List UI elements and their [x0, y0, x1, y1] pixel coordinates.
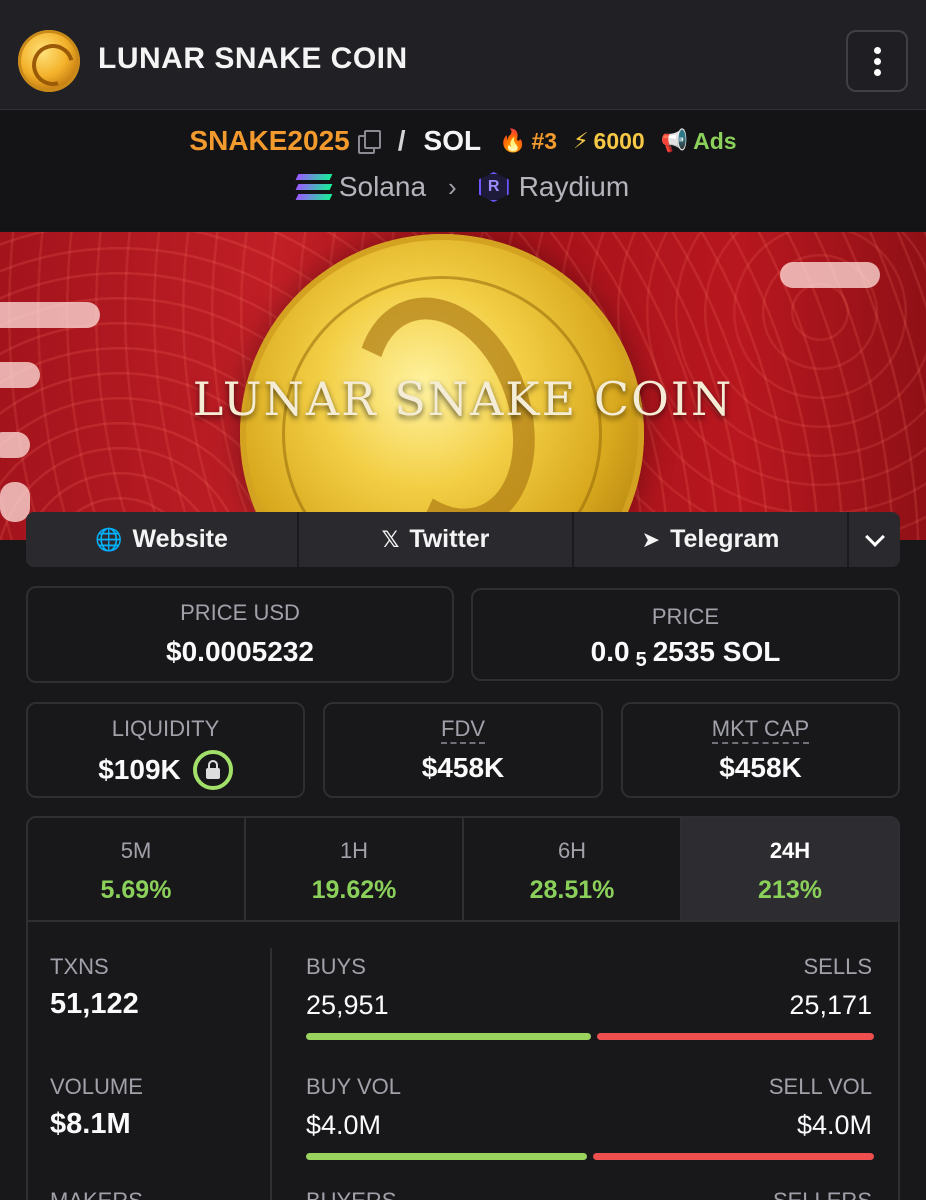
- solana-icon: [295, 174, 333, 200]
- tab-6h[interactable]: 6H 28.51%: [464, 818, 682, 920]
- price-usd-card: PRICE USD $0.0005232: [26, 586, 454, 683]
- tab-1h[interactable]: 1H 19.62%: [246, 818, 464, 920]
- change-1h: 19.62%: [311, 876, 397, 904]
- market-cap-value: $458K: [719, 752, 802, 783]
- timeframe-tabs: 5M 5.69% 1H 19.62% 6H 28.51% 24H 213%: [26, 816, 900, 922]
- sells-value: 25,171: [789, 990, 872, 1020]
- txns-label: TXNS: [50, 954, 109, 979]
- megaphone-icon: 📢: [660, 128, 689, 153]
- market-cap-label[interactable]: MKT CAP: [711, 716, 810, 744]
- volume-label: VOLUME: [50, 1074, 143, 1099]
- copy-icon[interactable]: [357, 130, 381, 154]
- pair-separator: /: [397, 125, 406, 156]
- dex-name[interactable]: Raydium: [519, 171, 629, 203]
- token-banner-image: LUNAR SNAKE COIN: [0, 232, 926, 540]
- buy-volume-bar: [306, 1153, 587, 1160]
- raydium-icon: R: [478, 172, 509, 202]
- liquidity-value: $109K: [28, 750, 303, 790]
- more-links-button[interactable]: [849, 512, 900, 567]
- price-native-label: PRICE: [651, 604, 720, 629]
- pair-info: SNAKE2025 / SOL 🔥 #3 ⚡ 6000 📢 Ads Solana…: [0, 111, 926, 231]
- chevron-right-icon: ›: [448, 171, 457, 202]
- more-menu-button[interactable]: [846, 30, 908, 92]
- lightning-icon: ⚡: [573, 128, 589, 153]
- telegram-label: Telegram: [670, 525, 780, 553]
- cloud-decoration: [0, 432, 30, 458]
- banner-title: LUNAR SNAKE COIN: [192, 372, 734, 426]
- ads-badge[interactable]: 📢 Ads: [661, 128, 737, 155]
- fdv-card: FDV $458K: [323, 702, 603, 798]
- buy-volume-value: $4.0M: [306, 1110, 382, 1140]
- makers-label: MAKERS: [50, 1188, 143, 1200]
- sellers-label: SELLERS: [773, 1188, 872, 1200]
- buys-label: BUYS: [306, 954, 366, 979]
- boost-count: 6000: [593, 127, 645, 154]
- cloud-decoration: [0, 482, 30, 522]
- sell-volume-bar: [593, 1153, 874, 1160]
- buys-bar: [306, 1033, 591, 1040]
- coin-logo-icon: [18, 30, 80, 92]
- sells-bar: [597, 1033, 874, 1040]
- quote-token-symbol: SOL: [423, 125, 482, 156]
- tab-24h[interactable]: 24H 213%: [682, 818, 898, 920]
- price-usd-value: $0.0005232: [166, 636, 314, 667]
- base-token-symbol: SNAKE2025: [189, 125, 350, 156]
- txns-value: 51,122: [50, 988, 139, 1020]
- price-usd-label: PRICE USD: [180, 600, 300, 625]
- lock-icon[interactable]: [192, 750, 233, 790]
- cloud-decoration: [780, 262, 880, 288]
- transactions-panel: TXNS 51,122 BUYS 25,951 SELLS 25,171 VOL…: [26, 920, 900, 1200]
- sells-label: SELLS: [803, 954, 873, 979]
- sell-volume-label: SELL VOL: [768, 1074, 872, 1099]
- change-24h: 213%: [758, 876, 822, 904]
- flame-icon: 🔥: [499, 128, 527, 153]
- tab-5m[interactable]: 5M 5.69%: [28, 818, 246, 920]
- x-logo-icon: 𝕏: [381, 526, 400, 552]
- fdv-label[interactable]: FDV: [441, 716, 485, 744]
- zero-count-subscript: 5: [635, 648, 647, 671]
- market-cap-card: MKT CAP $458K: [621, 702, 900, 798]
- buy-volume-label: BUY VOL: [306, 1074, 401, 1099]
- pair-line: SNAKE2025 / SOL 🔥 #3 ⚡ 6000 📢 Ads: [0, 125, 926, 157]
- trending-rank-badge[interactable]: 🔥 #3: [499, 128, 557, 155]
- globe-icon: 🌐: [95, 526, 123, 552]
- app-header: LUNAR SNAKE COIN: [0, 0, 926, 110]
- cloud-decoration: [0, 302, 100, 328]
- buyers-label: BUYERS: [306, 1188, 396, 1200]
- trending-rank: #3: [531, 127, 558, 154]
- buys-value: 25,951: [306, 990, 389, 1020]
- price-native-value: 0.0 5 2535 SOL: [590, 636, 781, 671]
- twitter-label: Twitter: [409, 525, 490, 553]
- boost-badge[interactable]: ⚡ 6000: [573, 128, 645, 155]
- vertical-dots-icon: [873, 46, 881, 54]
- price-native-card: PRICE 0.0 5 2535 SOL: [471, 588, 900, 681]
- token-title: LUNAR SNAKE COIN: [98, 42, 408, 75]
- twitter-link-button[interactable]: 𝕏 Twitter: [299, 512, 574, 567]
- chevron-down-icon: [864, 526, 885, 547]
- telegram-icon: ➤: [641, 526, 661, 552]
- social-links-bar: 🌐 Website 𝕏 Twitter ➤ Telegram: [26, 512, 900, 567]
- change-6h: 28.51%: [529, 876, 615, 904]
- telegram-link-button[interactable]: ➤ Telegram: [574, 512, 849, 567]
- liquidity-label: LIQUIDITY: [111, 716, 220, 741]
- website-label: Website: [132, 525, 228, 553]
- volume-value: $8.1M: [50, 1108, 131, 1140]
- ads-label: Ads: [693, 127, 737, 154]
- sell-volume-value: $4.0M: [796, 1110, 872, 1140]
- website-link-button[interactable]: 🌐 Website: [26, 512, 299, 567]
- change-5m: 5.69%: [100, 876, 172, 904]
- fdv-value: $458K: [421, 752, 505, 783]
- panel-divider: [270, 948, 272, 1200]
- chain-breadcrumb: Solana › R Raydium: [0, 171, 926, 203]
- chain-name[interactable]: Solana: [339, 171, 426, 203]
- liquidity-card: LIQUIDITY $109K: [26, 702, 305, 798]
